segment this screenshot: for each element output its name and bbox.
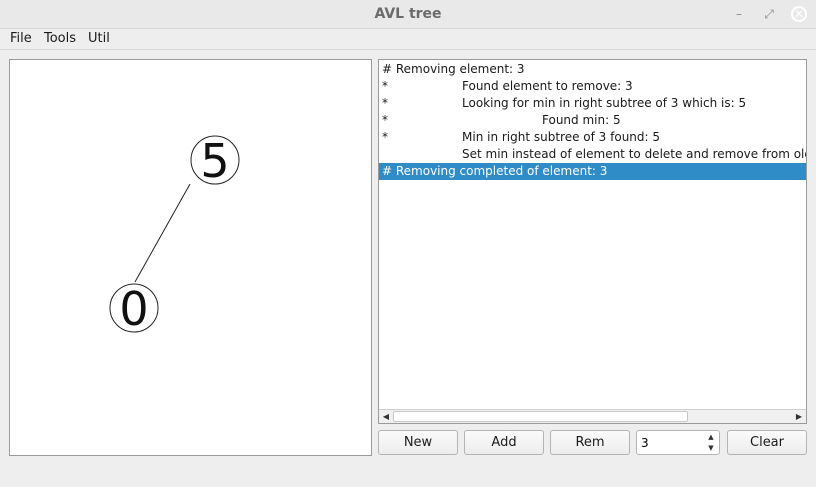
log-row[interactable]: * Looking for min in right subtree of 3 …	[379, 95, 806, 112]
menu-file[interactable]: File	[10, 31, 32, 46]
menu-bar: File Tools Util	[0, 29, 816, 50]
tree-drawing: 5 0	[109, 134, 240, 336]
log-row-marker: # Removing completed of element: 3	[382, 164, 608, 178]
tree-node-left-label: 0	[119, 282, 148, 336]
log-row-marker: *	[382, 79, 388, 93]
add-button[interactable]: Add	[464, 430, 544, 455]
spin-down-icon[interactable]: ▼	[705, 443, 717, 454]
tree-canvas[interactable]: 5 0	[9, 59, 372, 456]
log-row[interactable]: * Found element to remove: 3	[379, 78, 806, 95]
log-row-text: Found element to remove: 3	[462, 79, 633, 93]
value-input[interactable]	[641, 434, 703, 451]
log-row-text: Min in right subtree of 3 found: 5	[462, 130, 661, 144]
log-row-marker: *	[382, 130, 388, 144]
tree-node-root-label: 5	[200, 134, 229, 188]
restore-icon[interactable]: ⤢	[761, 6, 777, 22]
new-button[interactable]: New	[378, 430, 458, 455]
value-spinbox[interactable]: ▲ ▼	[636, 430, 720, 455]
log-row-text: Looking for min in right subtree of 3 wh…	[462, 96, 747, 110]
horizontal-scrollbar[interactable]: ◀ ▶	[379, 409, 806, 423]
close-button[interactable]: ✕	[791, 6, 807, 22]
log-row[interactable]: * Found min: 5	[379, 112, 806, 129]
tree-edge	[134, 183, 191, 283]
log-list[interactable]: # Removing element: 3 * Found element to…	[378, 59, 807, 424]
clear-button[interactable]: Clear	[727, 430, 807, 455]
window-title: AVL tree	[374, 6, 442, 22]
log-row[interactable]: # Removing element: 3	[379, 61, 806, 78]
spin-up-icon[interactable]: ▲	[705, 432, 717, 443]
log-row-marker: *	[382, 113, 388, 127]
scroll-left-icon[interactable]: ◀	[380, 411, 392, 423]
menu-tools[interactable]: Tools	[44, 31, 76, 46]
log-row[interactable]: Set min instead of element to delete and…	[379, 146, 806, 163]
log-row-marker: # Removing element: 3	[382, 62, 525, 76]
title-bar: AVL tree – ⤢ ✕	[0, 0, 816, 29]
log-row-text: Set min instead of element to delete and…	[462, 147, 807, 161]
log-row-selected[interactable]: # Removing completed of element: 3	[379, 163, 806, 180]
rem-button[interactable]: Rem	[550, 430, 630, 455]
log-row[interactable]: * Min in right subtree of 3 found: 5	[379, 129, 806, 146]
scroll-thumb[interactable]	[393, 411, 688, 422]
scroll-right-icon[interactable]: ▶	[793, 411, 805, 423]
log-row-text: Found min: 5	[542, 113, 621, 127]
scroll-track[interactable]	[393, 411, 792, 422]
minimize-icon[interactable]: –	[731, 6, 747, 22]
close-icon: ✕	[791, 6, 807, 22]
log-row-marker: *	[382, 96, 388, 110]
menu-util[interactable]: Util	[88, 31, 110, 46]
